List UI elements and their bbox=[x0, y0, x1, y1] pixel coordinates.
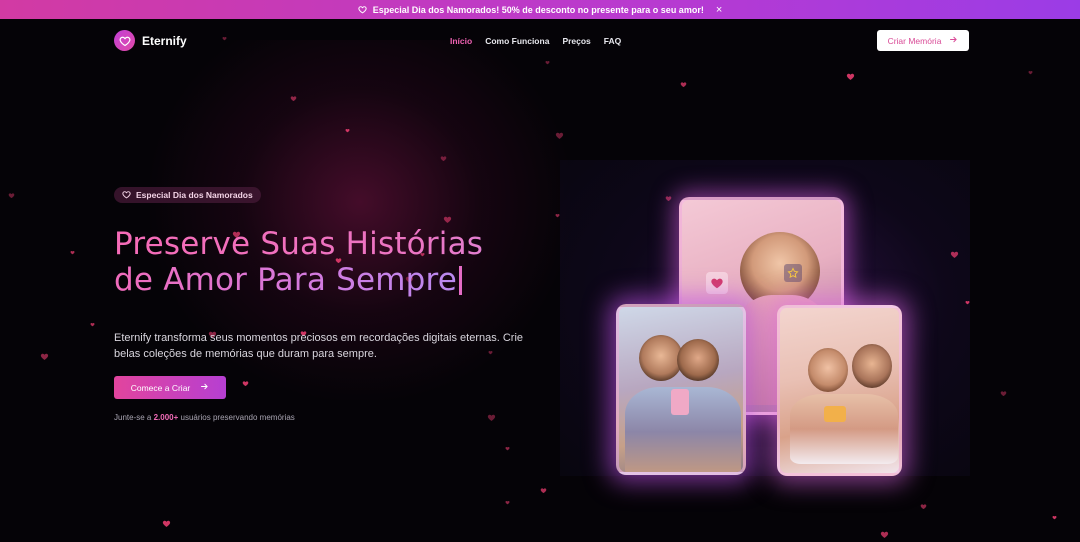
floating-heart-icon bbox=[1028, 70, 1033, 75]
promo-banner-text: Especial Dia dos Namorados! 50% de desco… bbox=[372, 4, 704, 15]
arrow-right-icon bbox=[200, 382, 209, 393]
floating-heart-icon bbox=[965, 300, 970, 305]
floating-heart-icon bbox=[540, 487, 547, 494]
close-icon[interactable]: × bbox=[716, 4, 722, 16]
heart-icon bbox=[706, 272, 728, 294]
floating-heart-icon bbox=[70, 250, 75, 255]
valentines-badge: Especial Dia dos Namorados bbox=[114, 187, 261, 203]
nav-menu: Início Como Funciona Preços FAQ bbox=[450, 36, 621, 46]
floating-heart-icon bbox=[487, 413, 496, 422]
nav-item-como-funciona[interactable]: Como Funciona bbox=[485, 36, 549, 46]
floating-heart-icon bbox=[443, 215, 452, 224]
floating-heart-icon bbox=[290, 95, 297, 102]
social-prefix: Junte-se a bbox=[114, 413, 154, 422]
create-memory-label: Criar Memória bbox=[887, 35, 942, 46]
floating-heart-icon bbox=[555, 213, 560, 218]
brand-name: Eternify bbox=[142, 33, 187, 48]
nav-item-inicio[interactable]: Início bbox=[450, 36, 472, 46]
floating-heart-icon bbox=[1000, 390, 1007, 397]
star-icon bbox=[784, 264, 802, 282]
arrow-right-icon bbox=[949, 35, 958, 46]
start-creating-button[interactable]: Comece a Criar bbox=[114, 376, 226, 399]
top-navigation: Eternify Início Como Funciona Preços FAQ… bbox=[0, 19, 1080, 63]
headline-line-1: Preserve Suas Histórias bbox=[114, 226, 554, 262]
floating-heart-icon bbox=[505, 500, 510, 505]
floating-heart-icon bbox=[90, 322, 95, 327]
create-memory-button[interactable]: Criar Memória bbox=[877, 30, 969, 51]
floating-heart-icon bbox=[1052, 515, 1057, 520]
typing-cursor bbox=[459, 266, 463, 295]
floating-heart-icon bbox=[880, 530, 889, 539]
memory-photo-card-right bbox=[777, 305, 902, 476]
hero-headline: Preserve Suas Histórias de Amor Para Sem… bbox=[114, 226, 554, 298]
floating-heart-icon bbox=[345, 128, 350, 133]
social-suffix: usuários preservando memórias bbox=[178, 413, 295, 422]
heart-outline-icon bbox=[114, 30, 135, 51]
floating-heart-icon bbox=[846, 72, 855, 81]
floating-heart-icon bbox=[505, 446, 510, 451]
floating-heart-icon bbox=[8, 192, 15, 199]
floating-heart-icon bbox=[950, 250, 959, 259]
brand-logo[interactable]: Eternify bbox=[114, 30, 187, 51]
nav-item-faq[interactable]: FAQ bbox=[604, 36, 621, 46]
memory-photo-card-left bbox=[616, 304, 746, 475]
floating-heart-icon bbox=[665, 195, 672, 202]
headline-line-2: de Amor Para Sempre bbox=[114, 262, 458, 298]
floating-heart-icon bbox=[920, 503, 927, 510]
social-proof: Junte-se a 2.000+ usuários preservando m… bbox=[114, 413, 295, 422]
start-creating-label: Comece a Criar bbox=[130, 382, 191, 393]
headline-line-2-wrap: de Amor Para Sempre bbox=[114, 262, 463, 298]
promo-banner: Especial Dia dos Namorados! 50% de desco… bbox=[0, 0, 1080, 19]
floating-heart-icon bbox=[40, 352, 49, 361]
floating-heart-icon bbox=[680, 81, 687, 88]
valentines-badge-label: Especial Dia dos Namorados bbox=[136, 190, 253, 200]
heart-outline-icon bbox=[358, 5, 367, 14]
floating-heart-icon bbox=[242, 380, 249, 387]
heart-outline-icon bbox=[122, 190, 131, 201]
nav-item-precos[interactable]: Preços bbox=[562, 36, 590, 46]
floating-heart-icon bbox=[555, 131, 564, 140]
floating-heart-icon bbox=[440, 155, 447, 162]
floating-heart-icon bbox=[162, 519, 171, 528]
user-count: 2.000+ bbox=[153, 413, 179, 422]
hero-description: Eternify transforma seus momentos precio… bbox=[114, 332, 524, 360]
